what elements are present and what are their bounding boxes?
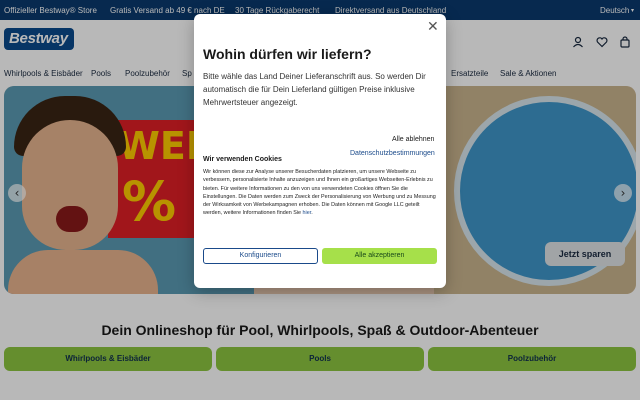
accept-all-button[interactable]: Alle akzeptieren <box>322 248 437 264</box>
cookie-body-text: Wir können diese zur Analyse unserer Bes… <box>203 169 436 217</box>
modal-description: Bitte wähle das Land Deiner Lieferanschr… <box>203 72 426 107</box>
close-icon[interactable]: ✕ <box>427 19 439 35</box>
cookie-heading: Wir verwenden Cookies <box>203 156 282 163</box>
decline-all-button[interactable]: Alle ablehnen <box>392 136 434 143</box>
modal-title: Wohin dürfen wir liefern? <box>203 46 372 62</box>
configure-button[interactable]: Konfigurieren <box>203 248 318 264</box>
privacy-policy-link[interactable]: Datenschutzbestimmungen <box>350 150 435 157</box>
cookie-text: Wir können diese zur Analyse unserer Bes… <box>203 169 436 217</box>
cookie-info-link[interactable]: hier <box>303 210 312 216</box>
cookie-consent-panel: Alle ablehnen Datenschutzbestimmungen Wi… <box>194 126 446 274</box>
